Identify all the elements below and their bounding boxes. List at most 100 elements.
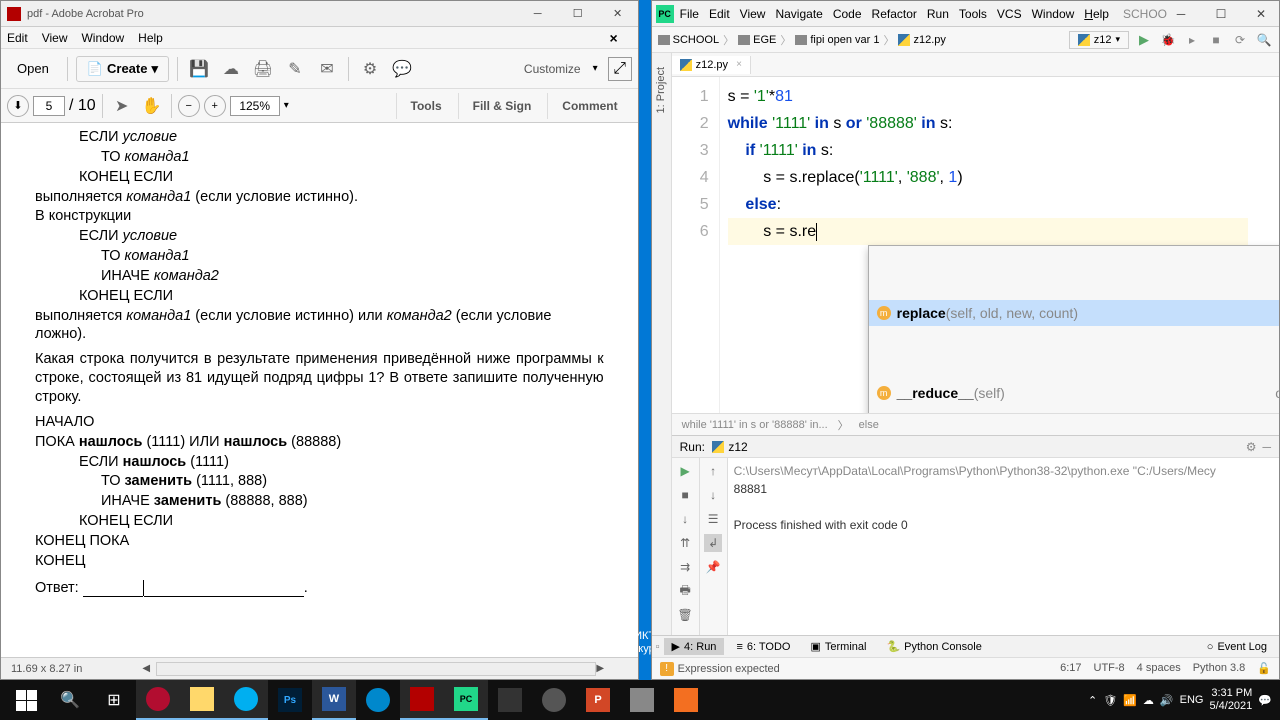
- tab-fill-sign[interactable]: Fill & Sign: [458, 93, 546, 119]
- tb-app3[interactable]: [620, 680, 664, 720]
- menu-run[interactable]: Run: [927, 7, 949, 21]
- tb-word[interactable]: W: [312, 680, 356, 720]
- stop-icon[interactable]: ■: [676, 486, 694, 504]
- tab-tools[interactable]: Tools: [396, 93, 456, 119]
- zoom-in-icon[interactable]: +: [204, 95, 226, 117]
- run-button[interactable]: ▶: [1135, 31, 1153, 49]
- tray-lang[interactable]: ENG: [1180, 694, 1204, 706]
- customize-button[interactable]: Customize: [518, 60, 587, 78]
- tb-telegram[interactable]: [356, 680, 400, 720]
- minimize-button[interactable]: ─: [524, 5, 552, 23]
- tb-app2[interactable]: [532, 680, 576, 720]
- run-config-selector[interactable]: z12 ▾: [1069, 31, 1129, 49]
- menu-edit[interactable]: Edit: [709, 7, 730, 21]
- menu-refactor[interactable]: Refactor: [872, 7, 917, 21]
- scrollbar-h[interactable]: [156, 662, 596, 676]
- pointer-icon[interactable]: ➤: [109, 93, 135, 119]
- tb-pycharm[interactable]: PC: [444, 680, 488, 720]
- start-button[interactable]: [4, 680, 48, 720]
- code-area[interactable]: s = '1'*81 while '1111' in s or '88888' …: [720, 77, 1256, 413]
- tb-app1[interactable]: [488, 680, 532, 720]
- pin-icon[interactable]: 📌: [704, 558, 722, 576]
- menu-help[interactable]: Help: [1084, 7, 1109, 21]
- status-lock-icon[interactable]: 🔓: [1257, 662, 1271, 675]
- zoom-out-icon[interactable]: −: [178, 95, 200, 117]
- gear-icon[interactable]: ⚙: [1246, 440, 1257, 454]
- suggest-reduce[interactable]: m__reduce__(self)object: [869, 380, 1279, 406]
- scroll-icon[interactable]: ☰: [704, 510, 722, 528]
- tray-network-icon[interactable]: 📶: [1123, 694, 1137, 707]
- menu-view[interactable]: View: [42, 31, 68, 45]
- warning-icon[interactable]: !: [660, 662, 674, 676]
- tray-shield-icon[interactable]: 🛡: [1103, 694, 1117, 707]
- scroll-right-icon[interactable]: ▶: [596, 663, 610, 674]
- status-position[interactable]: 6:17: [1060, 662, 1081, 675]
- close-button[interactable]: ✕: [604, 5, 632, 23]
- open-button[interactable]: Open: [7, 57, 59, 80]
- trash-icon[interactable]: 🗑: [676, 606, 694, 624]
- minimize-button[interactable]: ─: [1167, 5, 1195, 23]
- status-python[interactable]: Python 3.8: [1193, 662, 1246, 675]
- tray-clock[interactable]: 3:31 PM 5/4/2021: [1209, 687, 1252, 713]
- menu-tools[interactable]: Tools: [959, 7, 987, 21]
- menu-vcs[interactable]: VCS: [997, 7, 1022, 21]
- acrobat-document[interactable]: ЕСЛИ условие ТО команда1 КОНЕЦ ЕСЛИ выпо…: [1, 123, 638, 657]
- bc-fipi[interactable]: fipi open var 1: [795, 34, 879, 46]
- close-button[interactable]: ✕: [1247, 5, 1275, 23]
- tray-chevron-icon[interactable]: ⌃: [1088, 694, 1097, 707]
- tab-python-console[interactable]: 🐍 Python Console: [878, 638, 989, 655]
- page-input[interactable]: [33, 96, 65, 116]
- mail-icon[interactable]: ✉: [314, 56, 340, 82]
- suggest-replace[interactable]: mreplace(self, old, new, count)str: [869, 300, 1279, 326]
- menu-window[interactable]: Window: [1032, 7, 1075, 21]
- edit-icon[interactable]: ✎: [282, 56, 308, 82]
- run-output[interactable]: C:\Users\Месут\AppData\Local\Programs\Py…: [728, 458, 1279, 635]
- bc-file[interactable]: z12.py: [898, 34, 945, 46]
- down-icon[interactable]: ↓: [676, 510, 694, 528]
- menu-view[interactable]: View: [740, 7, 766, 21]
- search-icon[interactable]: 🔍: [1255, 31, 1273, 49]
- tab-comment[interactable]: Comment: [547, 93, 631, 119]
- tb-powerpoint[interactable]: P: [576, 680, 620, 720]
- menu-navigate[interactable]: Navigate: [775, 7, 822, 21]
- update-icon[interactable]: ⟳: [1231, 31, 1249, 49]
- tb-app4[interactable]: [664, 680, 708, 720]
- tb-opera[interactable]: [136, 680, 180, 720]
- debug-button[interactable]: 🐞: [1159, 31, 1177, 49]
- menu-code[interactable]: Code: [833, 7, 862, 21]
- page-down-icon[interactable]: ⬇: [7, 95, 29, 117]
- tb-skype[interactable]: [224, 680, 268, 720]
- tb-explorer[interactable]: [180, 680, 224, 720]
- search-icon[interactable]: 🔍: [48, 680, 92, 720]
- status-indent[interactable]: 4 spaces: [1137, 662, 1181, 675]
- menu-close-icon[interactable]: ×: [609, 30, 617, 46]
- maximize-button[interactable]: ☐: [1207, 5, 1235, 23]
- maximize-button[interactable]: ☐: [564, 5, 592, 23]
- scroll-left-icon[interactable]: ◀: [142, 663, 156, 674]
- menu-window[interactable]: Window: [81, 31, 124, 45]
- menu-edit[interactable]: Edit: [7, 31, 28, 45]
- gear-icon[interactable]: ⚙: [357, 56, 383, 82]
- tab-todo[interactable]: ≡ 6: TODO: [728, 639, 798, 655]
- rerun-icon[interactable]: ▶: [676, 462, 694, 480]
- print-icon[interactable]: 🖨: [250, 56, 276, 82]
- hide-icon[interactable]: ─: [1262, 440, 1271, 454]
- status-encoding[interactable]: UTF-8: [1094, 662, 1125, 675]
- autocomplete-popup[interactable]: mreplace(self, old, new, count)str m__re…: [868, 245, 1279, 413]
- comment-icon[interactable]: 💬: [389, 56, 415, 82]
- bc-school[interactable]: SCHOOL: [658, 34, 719, 46]
- cloud-icon[interactable]: ☁: [218, 56, 244, 82]
- tab-run[interactable]: ▶ 4: Run: [664, 638, 725, 655]
- tab-project[interactable]: 1: Project: [655, 63, 667, 117]
- hand-icon[interactable]: ✋: [139, 93, 165, 119]
- bc-ege[interactable]: EGE: [738, 34, 776, 46]
- tray-notifications-icon[interactable]: 💬: [1258, 694, 1272, 707]
- tab-z12[interactable]: z12.py×: [672, 56, 751, 74]
- soft-wrap-icon[interactable]: ↲: [704, 534, 722, 552]
- code-editor[interactable]: 123456 s = '1'*81 while '1111' in s or '…: [672, 77, 1279, 413]
- wrap-icon[interactable]: ⇉: [676, 558, 694, 576]
- close-tab-icon[interactable]: ×: [736, 59, 742, 70]
- tray-volume-icon[interactable]: 🔊: [1160, 694, 1174, 707]
- task-view-icon[interactable]: ⊞: [92, 680, 136, 720]
- menu-help[interactable]: Help: [138, 31, 163, 45]
